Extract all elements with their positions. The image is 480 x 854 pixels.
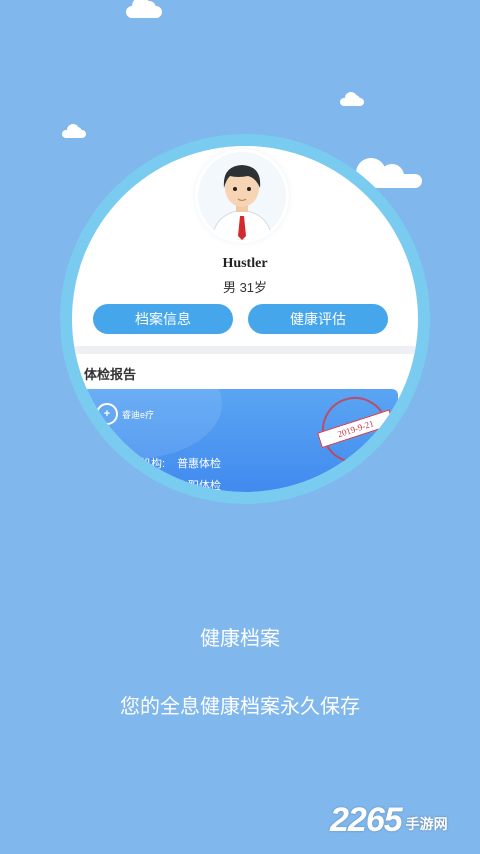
institution-value: 普惠体检	[177, 458, 222, 470]
phone-preview: Hustler 男 31岁 档案信息 健康评估 体检报告 + 睿迪e疗 2019…	[72, 146, 418, 492]
feature-title: 健康档案	[200, 628, 280, 650]
report-institution-row: 体检机构: 普惠体检	[118, 455, 221, 471]
cloud-decoration	[62, 124, 86, 138]
report-package-row: 体检套餐: 入职体检	[118, 477, 221, 492]
medical-cross-icon: +	[96, 403, 118, 425]
package-label: 体检套餐:	[118, 480, 166, 492]
stamp-seal: 2019-9-21	[313, 389, 397, 472]
institution-label: 体检机构:	[118, 458, 166, 470]
package-value: 入职体检	[177, 480, 222, 492]
user-name: Hustler	[222, 256, 268, 271]
brand-logo: + 睿迪e疗	[96, 403, 154, 425]
user-avatar-icon	[211, 165, 273, 240]
health-assessment-button[interactable]: 健康评估	[248, 304, 388, 334]
feature-subtitle: 您的全息健康档案永久保存	[120, 696, 360, 718]
profile-card: Hustler 男 31岁 档案信息 健康评估	[80, 146, 410, 346]
avatar	[198, 152, 286, 240]
brand-name: 睿迪e疗	[122, 409, 155, 420]
user-gender-age: 男 31岁	[222, 280, 268, 295]
section-divider	[72, 346, 418, 354]
site-watermark: 2265 手游网	[330, 800, 448, 840]
cloud-decoration	[340, 92, 364, 106]
report-card[interactable]: + 睿迪e疗 2019-9-21 体检机构: 普惠体检 体检套餐: 入职体检	[82, 389, 398, 492]
watermark-number: 2265	[330, 801, 403, 839]
archive-info-button[interactable]: 档案信息	[93, 304, 233, 334]
cloud-decoration	[126, 0, 162, 18]
stamp-date: 2019-9-21	[317, 409, 395, 449]
report-section-title: 体检报告	[84, 367, 137, 382]
watermark-site: 手游网	[405, 816, 448, 832]
